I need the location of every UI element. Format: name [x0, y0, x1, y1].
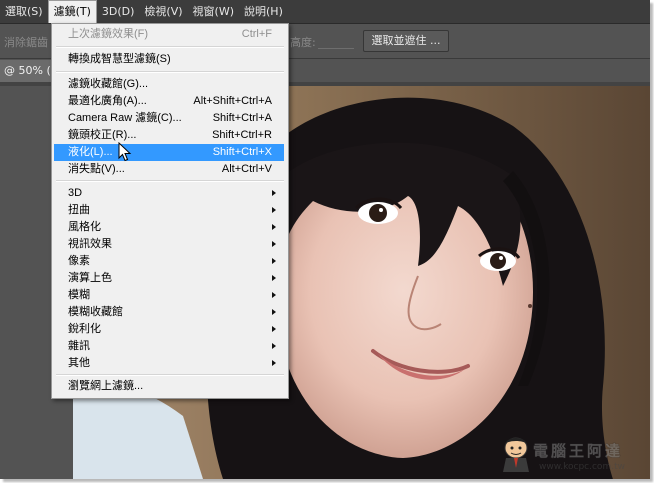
height-label: 高度: [290, 36, 316, 49]
select-and-mask-button[interactable]: 選取並遮住 ... [363, 30, 449, 52]
menu-item-vanishing-point[interactable]: 消失點(V)... Alt+Ctrl+V [54, 161, 284, 178]
filter-menu: 上次濾鏡效果(F) Ctrl+F 轉換成智慧型濾鏡(S) 濾鏡收藏館(G)...… [51, 23, 289, 399]
menu-item-camera-raw[interactable]: Camera Raw 濾鏡(C)... Shift+Ctrl+A [54, 110, 284, 127]
menu-help[interactable]: 說明(H) [239, 0, 288, 23]
submenu-arrow-icon [272, 292, 276, 298]
menu-item-stylize[interactable]: 風格化 [54, 219, 284, 236]
submenu-arrow-icon [272, 275, 276, 281]
photoshop-window: 選取(S) 濾鏡(T) 3D(D) 檢視(V) 視窗(W) 說明(H) 消除鋸齒… [0, 0, 650, 479]
anti-alias-label[interactable]: 消除鋸齒 [4, 34, 48, 50]
submenu-arrow-icon [272, 207, 276, 213]
menu-item-convert-smart-filters[interactable]: 轉換成智慧型濾鏡(S) [54, 51, 284, 68]
menu-separator [56, 46, 284, 48]
height-field[interactable] [318, 32, 354, 49]
menu-item-render[interactable]: 演算上色 [54, 270, 284, 287]
menu-filter[interactable]: 濾鏡(T) [47, 0, 97, 23]
menu-item-liquify[interactable]: 液化(L)... Shift+Ctrl+X [54, 144, 284, 161]
menu-view[interactable]: 檢視(V) [139, 0, 187, 23]
submenu-arrow-icon [272, 309, 276, 315]
menu-item-blur-gallery[interactable]: 模糊收藏館 [54, 304, 284, 321]
menu-separator [56, 374, 284, 376]
submenu-arrow-icon [272, 241, 276, 247]
menu-separator [56, 180, 284, 182]
menu-item-last-filter: 上次濾鏡效果(F) Ctrl+F [68, 28, 272, 40]
menu-item-blur[interactable]: 模糊 [54, 287, 284, 304]
submenu-arrow-icon [272, 224, 276, 230]
submenu-arrow-icon [272, 343, 276, 349]
menu-item-noise[interactable]: 雜訊 [54, 338, 284, 355]
watermark-text: 電腦王阿達 [532, 442, 624, 461]
menu-item-adaptive-wide-angle[interactable]: 最適化廣角(A)... Alt+Shift+Ctrl+A [54, 93, 284, 110]
submenu-arrow-icon [272, 326, 276, 332]
menu-3d[interactable]: 3D(D) [97, 0, 140, 23]
menu-item-lens-correction[interactable]: 鏡頭校正(R)... Shift+Ctrl+R [54, 127, 284, 144]
menu-item-browse-filters-online[interactable]: 瀏覽網上濾鏡... [54, 378, 284, 395]
menu-select[interactable]: 選取(S) [0, 0, 48, 23]
menu-item-pixelate[interactable]: 像素 [54, 253, 284, 270]
mouse-pointer-icon [118, 142, 132, 162]
menu-window[interactable]: 視窗(W) [188, 0, 239, 23]
submenu-arrow-icon [272, 360, 276, 366]
menu-separator [56, 71, 284, 73]
menu-item-video[interactable]: 視訊效果 [54, 236, 284, 253]
menu-item-filter-gallery[interactable]: 濾鏡收藏館(G)... [54, 76, 284, 93]
menu-item-other[interactable]: 其他 [54, 355, 284, 372]
menu-item-distort[interactable]: 扭曲 [54, 202, 284, 219]
menu-item-sharpen[interactable]: 銳利化 [54, 321, 284, 338]
watermark: 電腦王阿達 www.kocpc.com.tw [497, 430, 647, 478]
menu-item-3d[interactable]: 3D [54, 185, 284, 202]
submenu-arrow-icon [272, 258, 276, 264]
watermark-url: www.kocpc.com.tw [539, 462, 625, 472]
submenu-arrow-icon [272, 190, 276, 196]
mascot-logo-icon [503, 437, 529, 472]
menu-bar: 選取(S) 濾鏡(T) 3D(D) 檢視(V) 視窗(W) 說明(H) [0, 0, 650, 24]
